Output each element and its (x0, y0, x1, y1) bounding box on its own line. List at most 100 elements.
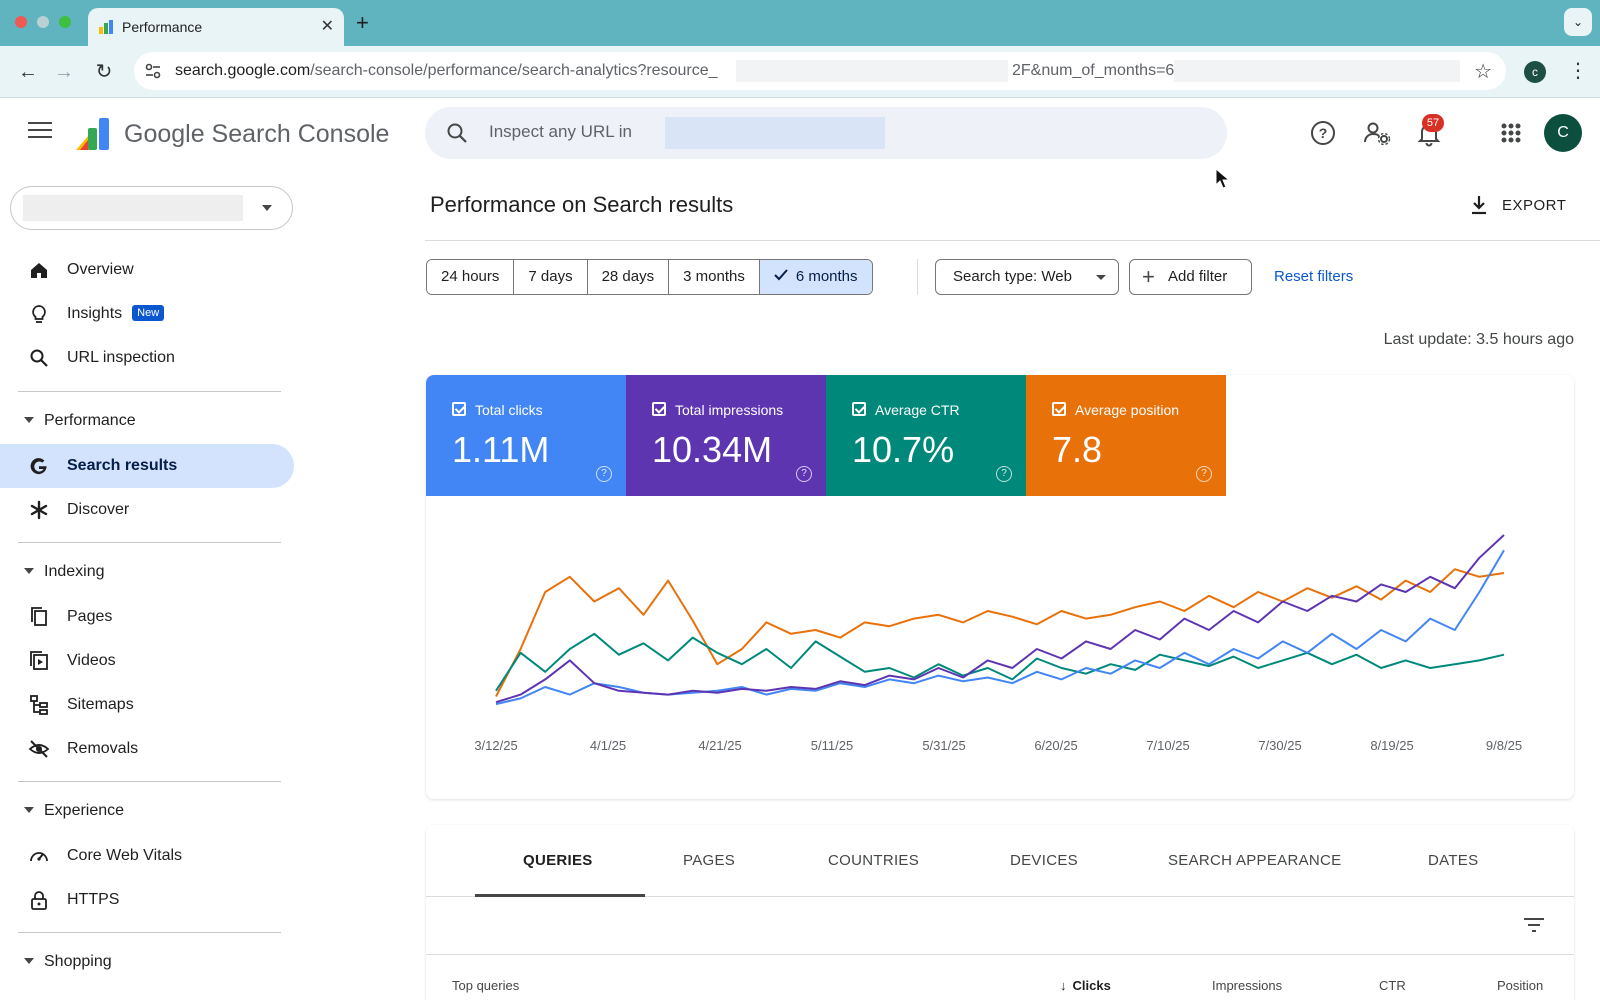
browser-menu-icon[interactable]: ⋮ (1568, 58, 1588, 83)
sidebar-item-sitemaps[interactable]: Sitemaps (0, 683, 294, 727)
browser-profile-avatar[interactable]: c (1524, 61, 1546, 83)
performance-chart-card: Total clicks 1.11M ? Total impressions 1… (426, 375, 1574, 799)
sidebar-item-pages[interactable]: Pages (0, 595, 294, 639)
search-type-dropdown[interactable]: Search type: Web (935, 259, 1119, 295)
home-icon (31, 263, 47, 278)
video-pages-icon (30, 651, 48, 670)
sidebar-item-videos[interactable]: Videos (0, 639, 294, 683)
download-icon (1472, 196, 1486, 215)
tab-countries[interactable]: COUNTRIES (828, 852, 919, 869)
checkbox-icon[interactable] (652, 402, 666, 416)
sidebar-item-label: URL inspection (67, 349, 175, 366)
search-icon (447, 123, 467, 143)
column-header-ctr[interactable]: CTR (1379, 978, 1406, 993)
tab-queries[interactable]: QUERIES (523, 852, 593, 869)
apps-grid-icon[interactable] (1496, 118, 1526, 148)
hamburger-menu-icon[interactable] (28, 122, 52, 140)
sidebar-section-indexing[interactable]: Indexing (0, 553, 294, 589)
date-range-3-months[interactable]: 3 months (669, 260, 760, 294)
sidebar-item-search-results[interactable]: Search results (0, 444, 294, 488)
sort-down-arrow-icon: ↓ (1060, 978, 1067, 993)
browser-tab[interactable]: Performance ✕ (88, 8, 344, 46)
visibility-off-icon (28, 740, 50, 758)
x-tick-label: 5/31/25 (922, 738, 965, 753)
metric-total-impressions[interactable]: Total impressions 10.34M ? (626, 375, 826, 496)
toolbar-separator (917, 259, 918, 295)
sidebar-item-label: Videos (67, 652, 116, 669)
sidebar-item-overview[interactable]: Overview (0, 248, 294, 292)
date-range-7-days[interactable]: 7 days (514, 260, 588, 294)
sidebar-section-performance[interactable]: Performance (0, 402, 294, 438)
sidebar-section-shopping[interactable]: Shopping (0, 943, 294, 979)
address-bar[interactable]: search.google.com/search-console/perform… (134, 52, 1506, 90)
bookmark-star-icon[interactable]: ☆ (1474, 59, 1492, 84)
account-avatar[interactable]: C (1544, 114, 1582, 152)
help-icon[interactable]: ? (1196, 466, 1212, 482)
tab-close-icon[interactable]: ✕ (321, 16, 334, 36)
sidebar-item-label: HTTPS (67, 891, 120, 908)
add-filter-button[interactable]: + Add filter (1129, 259, 1252, 295)
plus-icon: + (1142, 264, 1155, 289)
date-range-24-hours[interactable]: 24 hours (427, 260, 515, 294)
column-header-clicks[interactable]: ↓ Clicks (1060, 978, 1111, 993)
column-header-impressions[interactable]: Impressions (1212, 978, 1282, 993)
url-inspection-search-input[interactable]: Inspect any URL in (425, 107, 1227, 159)
site-settings-icon[interactable] (144, 62, 162, 80)
section-label: Performance (44, 412, 136, 429)
date-range-28-days[interactable]: 28 days (587, 260, 670, 294)
reset-filters-link[interactable]: Reset filters (1274, 268, 1353, 285)
active-tab-indicator (475, 894, 645, 897)
browser-tab-title: Performance (122, 19, 203, 35)
section-label: Shopping (44, 953, 112, 970)
checkbox-icon[interactable] (452, 402, 466, 416)
tab-dates[interactable]: DATES (1428, 852, 1478, 869)
help-icon[interactable]: ? (1308, 118, 1338, 148)
checkbox-icon[interactable] (1052, 402, 1066, 416)
window-maximize-button[interactable] (59, 16, 71, 28)
metric-total-clicks[interactable]: Total clicks 1.11M ? (426, 375, 626, 496)
search-type-label: Search type: Web (953, 268, 1072, 285)
property-selector[interactable] (10, 186, 293, 230)
sidebar-item-insights[interactable]: Insights New (0, 292, 294, 336)
checkbox-icon[interactable] (852, 402, 866, 416)
sidebar-item-https[interactable]: HTTPS (0, 878, 294, 922)
performance-line-chart[interactable]: 3/12/25 4/1/25 4/21/25 5/11/25 5/31/25 6/20/2… (426, 496, 1574, 799)
column-header-position[interactable]: Position (1497, 978, 1543, 993)
sidebar-item-discover[interactable]: Discover (0, 488, 294, 532)
date-range-6-months[interactable]: 6 months (759, 260, 872, 294)
tab-devices[interactable]: DEVICES (1010, 852, 1078, 869)
section-label: Experience (44, 802, 125, 819)
tab-pages[interactable]: PAGES (683, 852, 735, 869)
x-tick-label: 7/10/25 (1146, 738, 1189, 753)
filter-rows-icon[interactable] (1522, 915, 1546, 935)
metric-average-ctr[interactable]: Average CTR 10.7% ? (826, 375, 1026, 496)
redacted-property-name (23, 195, 243, 221)
users-settings-icon[interactable] (1362, 118, 1392, 148)
mouse-cursor-icon (1215, 168, 1231, 189)
x-tick-label: 3/12/25 (474, 738, 517, 753)
tab-search-chevron-icon[interactable]: ⌄ (1564, 8, 1592, 36)
sidebar-item-label: Overview (67, 261, 134, 278)
sidebar-section-experience[interactable]: Experience (0, 792, 294, 828)
redacted-url-segment (736, 60, 1008, 82)
sidebar-item-core-web-vitals[interactable]: Core Web Vitals (0, 834, 294, 878)
forward-arrow-icon[interactable]: → (50, 58, 78, 86)
tab-search-appearance[interactable]: SEARCH APPEARANCE (1168, 852, 1341, 869)
window-close-button[interactable] (15, 16, 27, 28)
sidebar-item-url-inspection[interactable]: URL inspection (0, 336, 294, 380)
section-label: Indexing (44, 563, 105, 580)
new-tab-button[interactable]: + (356, 10, 369, 36)
help-icon[interactable]: ? (796, 466, 812, 482)
column-header-top-queries[interactable]: Top queries (452, 978, 519, 993)
sidebar: Overview Insights New URL inspection Perf… (0, 170, 300, 1000)
window-minimize-button[interactable] (37, 16, 49, 28)
reload-icon[interactable]: ↻ (90, 58, 118, 86)
back-arrow-icon[interactable]: ← (14, 58, 42, 86)
x-tick-label: 7/30/25 (1258, 738, 1301, 753)
x-tick-label: 4/1/25 (590, 738, 626, 753)
header-divider (425, 240, 1600, 241)
help-icon[interactable]: ? (996, 466, 1012, 482)
help-icon[interactable]: ? (596, 466, 612, 482)
sidebar-item-removals[interactable]: Removals (0, 727, 294, 771)
metric-average-position[interactable]: Average position 7.8 ? (1026, 375, 1226, 496)
